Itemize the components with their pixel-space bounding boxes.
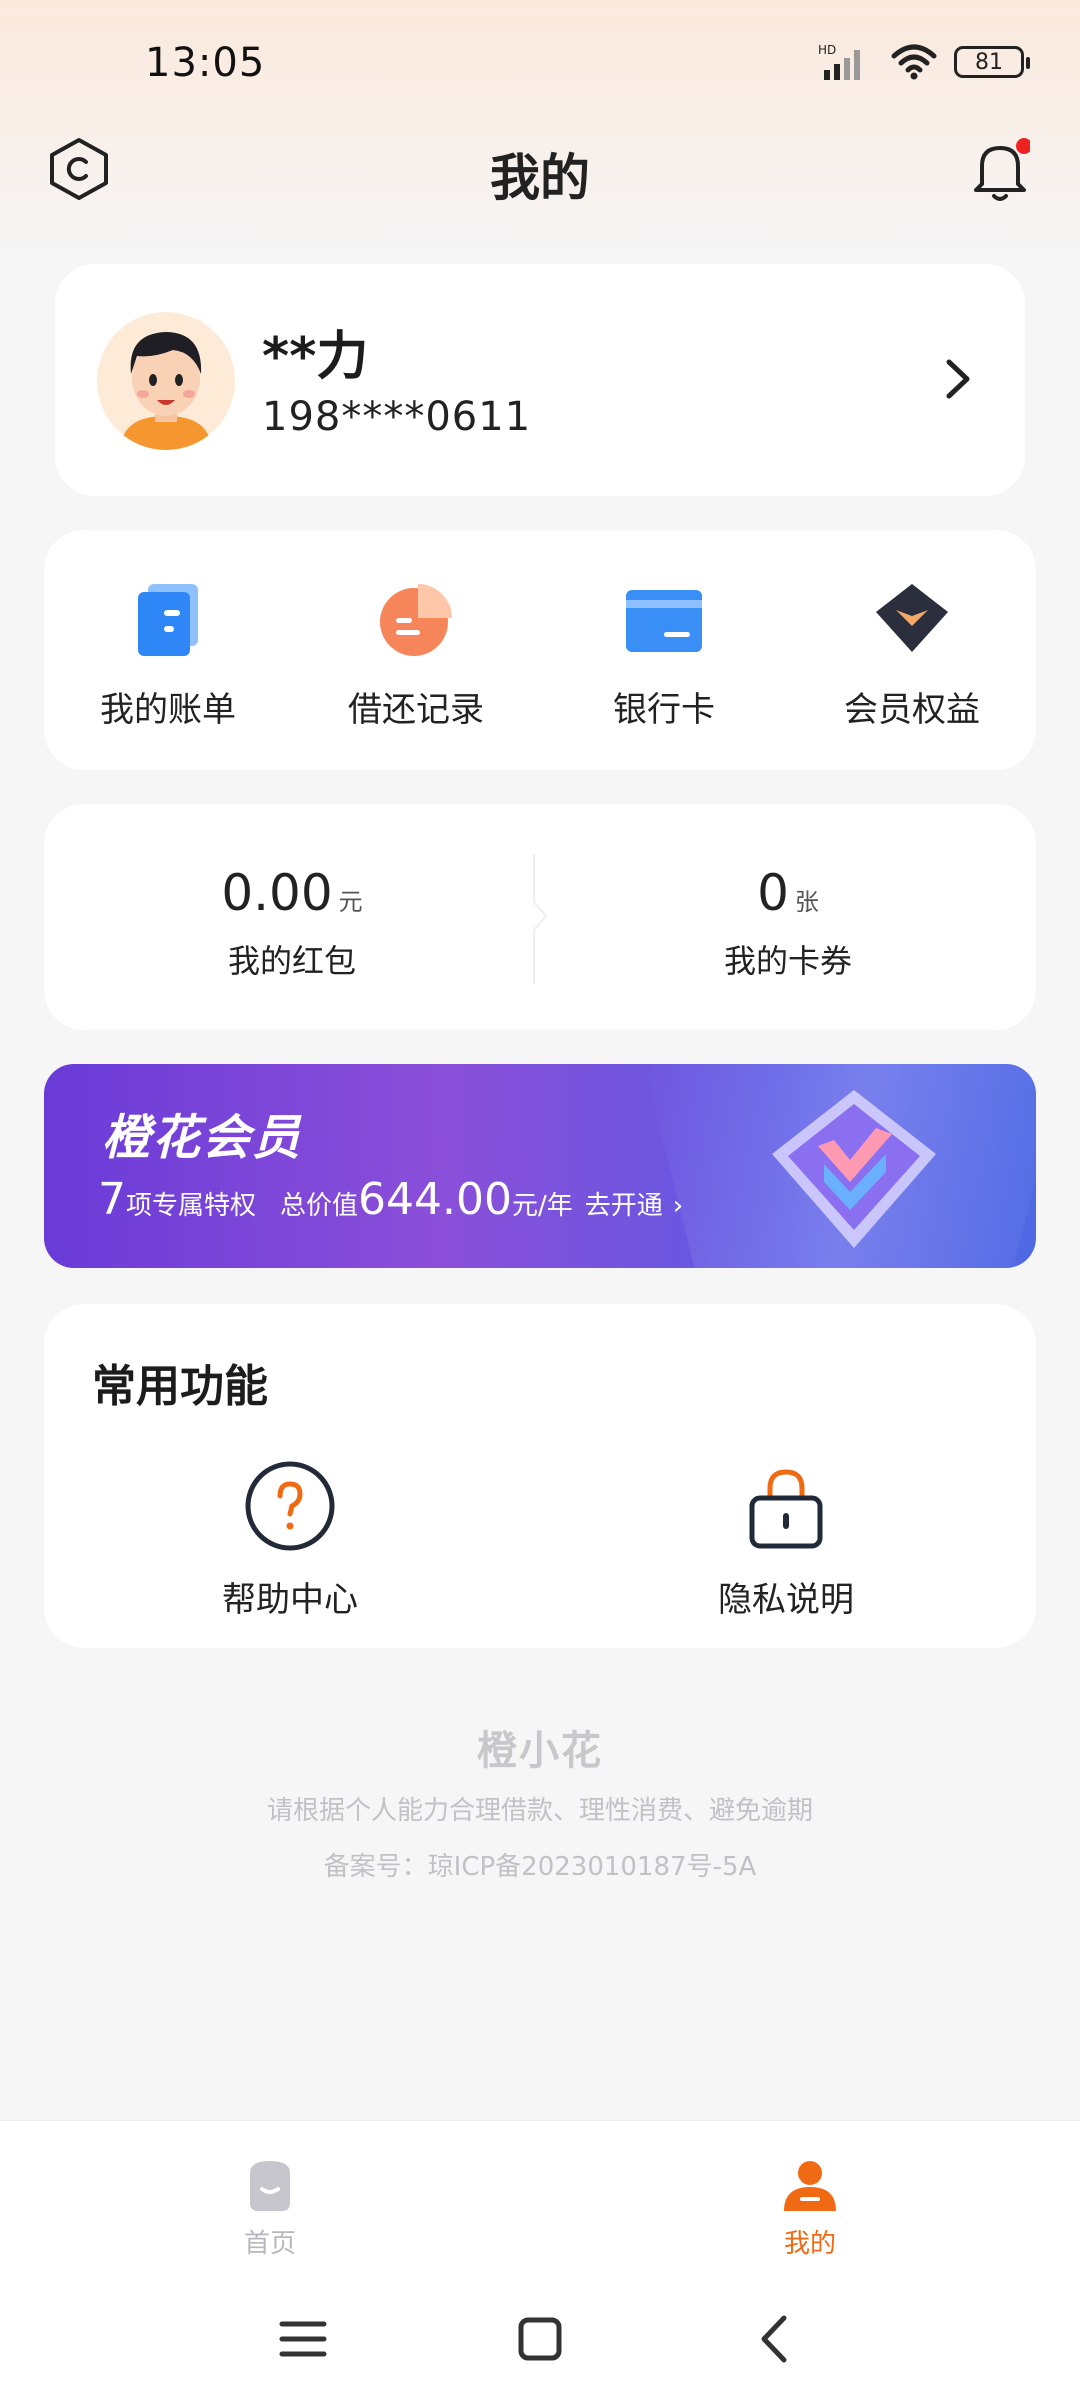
vip-membership-banner[interactable]: 橙花会员 7 项专属特权 总价值 644.00 元/年 去开通 › [44, 1064, 1036, 1268]
profile-phone: 198****0611 [262, 394, 532, 440]
vip-privilege-count: 7 [98, 1174, 126, 1225]
chevron-right-icon: › [672, 1191, 684, 1221]
bank-card-icon [626, 590, 702, 652]
status-icons: HD 81 [818, 42, 1030, 82]
svg-text:HD: HD [818, 43, 836, 57]
page-title: 我的 [490, 149, 590, 207]
section-title: 常用功能 [92, 1361, 268, 1412]
tab-mine-label: 我的 [783, 2229, 836, 2259]
bottom-tab-bar: 首页 我的 [0, 2120, 1080, 2280]
quick-action-loan-records[interactable]: 借还记录 [296, 580, 536, 731]
red-packet[interactable]: 0.00 元 我的红包 [44, 864, 540, 982]
vip-cta[interactable]: 去开通 [585, 1185, 663, 1222]
battery-icon: 81 [954, 46, 1030, 78]
lock-icon [749, 1469, 823, 1549]
help-center-label: 帮助中心 [222, 1580, 358, 1620]
vip-privilege-text: 项专属特权 [126, 1191, 257, 1221]
wifi-icon [891, 44, 937, 80]
notification-bell-icon[interactable] [970, 136, 1030, 206]
footer-brand: 橙小花 [477, 1728, 603, 1774]
vip-price-unit: 元/年 [512, 1191, 573, 1221]
vip-subtitle: 7 项专属特权 总价值 644.00 元/年 去开通 › [98, 1174, 683, 1225]
bill-icon [138, 584, 198, 656]
status-bar: 13:05 HD 81 [0, 0, 1080, 130]
member-badge-icon [876, 584, 948, 652]
avatar[interactable] [97, 312, 235, 450]
tab-home[interactable]: 首页 [170, 2155, 370, 2260]
chevron-right-icon[interactable] [943, 356, 973, 402]
menu-icon[interactable] [268, 2304, 338, 2374]
coupons-unit: 张 [794, 888, 819, 916]
coupons[interactable]: 0张 我的卡券 [540, 864, 1036, 982]
quick-actions-card: 我的账单 借还记录 银行卡 会员权益 [44, 530, 1036, 770]
status-time: 13:05 [145, 40, 266, 86]
red-packet-unit: 元 [338, 888, 363, 916]
quick-action-label: 会员权益 [844, 690, 980, 730]
quick-action-bill[interactable]: 我的账单 [48, 580, 288, 731]
quick-action-label: 我的账单 [100, 690, 236, 730]
privacy-statement-label: 隐私说明 [718, 1580, 854, 1620]
vip-title: 橙花会员 [102, 1110, 303, 1166]
privacy-statement[interactable]: 隐私说明 [636, 1458, 936, 1621]
coupons-label: 我的卡券 [723, 942, 852, 980]
notification-dot [1016, 138, 1030, 154]
footer-tip: 请根据个人能力合理借款、理性消费、避免逾期 [266, 1796, 813, 1826]
tab-home-label: 首页 [243, 2229, 296, 2259]
system-nav-bar [0, 2280, 1080, 2400]
page-header: 我的 [0, 120, 1080, 220]
diamond-gem-icon [772, 1090, 936, 1248]
battery-level: 81 [975, 49, 1003, 75]
coupons-value: 0 [757, 864, 789, 922]
vip-price: 644.00 [358, 1174, 512, 1225]
footer-icp[interactable]: 备案号：琼ICP备2023010187号-5A [0, 1846, 1080, 1883]
quick-action-label: 借还记录 [348, 690, 484, 730]
home-square-icon[interactable] [505, 2304, 575, 2374]
red-packet-value: 0.00 [221, 864, 333, 922]
quick-action-label: 银行卡 [613, 690, 715, 730]
red-packet-label: 我的红包 [227, 942, 356, 980]
quick-action-member-benefits[interactable]: 会员权益 [792, 580, 1032, 731]
back-icon[interactable] [740, 2304, 810, 2374]
signal-icon: HD [818, 43, 860, 80]
profile-name: **力 [262, 327, 369, 387]
vip-total-label: 总价值 [280, 1191, 359, 1221]
person-icon [784, 2161, 836, 2211]
tab-mine[interactable]: 我的 [710, 2155, 910, 2260]
quick-action-bank-card[interactable]: 银行卡 [544, 580, 784, 731]
wallet-card: 0.00 元 我的红包 0张 我的卡券 [44, 804, 1036, 1030]
home-icon [250, 2161, 290, 2211]
profile-card[interactable]: **力 198****0611 [55, 264, 1025, 496]
common-functions-card: 常用功能 帮助中心 隐私说明 [44, 1304, 1036, 1648]
help-center[interactable]: 帮助中心 [140, 1458, 440, 1621]
pie-chart-icon [380, 584, 452, 656]
help-icon [245, 1461, 335, 1551]
